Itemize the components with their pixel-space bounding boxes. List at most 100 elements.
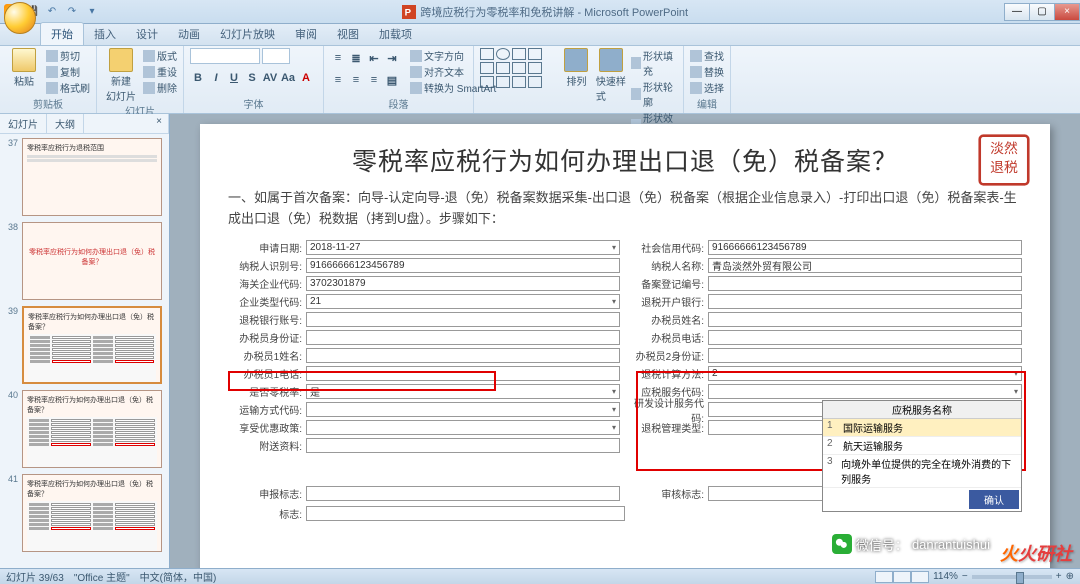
zoom-level[interactable]: 114% xyxy=(933,571,958,582)
shape-outline-button[interactable]: 形状轮廓 xyxy=(631,79,677,109)
thumbnail-39[interactable]: 39零税率应税行为如何办理出口退（免）税备案？ xyxy=(4,306,165,384)
maximize-button[interactable]: ▢ xyxy=(1029,3,1055,21)
delete-button[interactable]: 删除 xyxy=(143,80,177,95)
bullets-button[interactable]: ≡ xyxy=(330,50,346,66)
form-input[interactable] xyxy=(306,438,620,453)
form-input[interactable]: 是 xyxy=(306,384,620,399)
tab-insert[interactable]: 插入 xyxy=(84,23,126,45)
tab-home[interactable]: 开始 xyxy=(40,22,84,45)
normal-view-button[interactable] xyxy=(875,571,893,583)
tab-design[interactable]: 设计 xyxy=(126,23,168,45)
reset-button[interactable]: 重设 xyxy=(143,64,177,79)
window-titlebar: 💾 ↶ ↷ ▾ P 跨境应税行为零税率和免税讲解 - Microsoft Pow… xyxy=(0,0,1080,24)
cut-button[interactable]: 剪切 xyxy=(46,48,90,63)
thumbnail-40[interactable]: 40零税率应税行为如何办理出口退（免）税备案？ xyxy=(4,390,165,468)
slide-stage[interactable]: 淡然 退税 零税率应税行为如何办理出口退（免）税备案？ 一、如属于首次备案：向导… xyxy=(170,114,1080,568)
columns-button[interactable]: ▤ xyxy=(384,72,400,88)
form-input[interactable] xyxy=(306,402,620,417)
thumbnail-list[interactable]: 37零税率应税行为退税范围38零税率应税行为如何办理出口退（免）税备案？39零税… xyxy=(0,134,169,568)
dropdown-option[interactable]: 3向境外单位提供的完全在境外消费的下列服务 xyxy=(823,455,1021,488)
align-center-button[interactable]: ≡ xyxy=(348,72,364,88)
find-button[interactable]: 查找 xyxy=(690,48,724,63)
font-family-input[interactable] xyxy=(190,48,260,64)
flag-input[interactable] xyxy=(306,506,625,521)
form-input[interactable] xyxy=(708,384,1022,399)
slideshow-view-button[interactable] xyxy=(911,571,929,583)
tab-review[interactable]: 审阅 xyxy=(285,23,327,45)
convert-smartart-button[interactable]: 转换为 SmartArt xyxy=(410,80,496,95)
arrange-icon xyxy=(564,48,588,72)
form-input[interactable]: 91666666123456789 xyxy=(306,258,620,273)
tab-addins[interactable]: 加载项 xyxy=(369,23,422,45)
qat-more-icon[interactable]: ▾ xyxy=(84,4,100,20)
fit-button[interactable]: ⊕ xyxy=(1066,571,1074,582)
form-input[interactable] xyxy=(306,312,620,327)
form-input[interactable] xyxy=(708,276,1022,291)
close-panel-button[interactable]: × xyxy=(150,114,169,133)
thumbnail-37[interactable]: 37零税率应税行为退税范围 xyxy=(4,138,165,216)
form-input[interactable] xyxy=(708,312,1022,327)
arrange-button[interactable]: 排列 xyxy=(561,48,592,88)
find-icon xyxy=(690,50,702,62)
align-text-button[interactable]: 对齐文本 xyxy=(410,64,496,79)
form-input[interactable] xyxy=(306,348,620,363)
indent-inc-button[interactable]: ⇥ xyxy=(384,50,400,66)
numbering-button[interactable]: ≣ xyxy=(348,50,364,66)
zoom-out-button[interactable]: − xyxy=(962,571,968,582)
underline-button[interactable]: U xyxy=(226,70,242,86)
format-painter-button[interactable]: 格式刷 xyxy=(46,80,90,95)
bold-button[interactable]: B xyxy=(190,70,206,86)
strike-button[interactable]: S xyxy=(244,70,260,86)
dropdown-option[interactable]: 2航天运输服务 xyxy=(823,437,1021,455)
language-indicator[interactable]: 中文(简体，中国) xyxy=(140,569,217,584)
layout-button[interactable]: 版式 xyxy=(143,48,177,63)
text-direction-button[interactable]: 文字方向 xyxy=(410,48,496,63)
zoom-slider[interactable] xyxy=(972,575,1052,579)
undo-icon[interactable]: ↶ xyxy=(44,4,60,20)
form-input[interactable] xyxy=(306,330,620,345)
sorter-view-button[interactable] xyxy=(893,571,911,583)
form-input[interactable] xyxy=(306,366,620,381)
form-row: 办税员1姓名: xyxy=(228,348,620,364)
tab-slideshow[interactable]: 幻灯片放映 xyxy=(210,23,285,45)
font-size-input[interactable] xyxy=(262,48,290,64)
form-input[interactable] xyxy=(708,348,1022,363)
apply-flag-input[interactable] xyxy=(306,486,620,501)
confirm-button[interactable]: 确认 xyxy=(969,490,1019,509)
indent-dec-button[interactable]: ⇤ xyxy=(366,50,382,66)
form-input[interactable]: 2018-11-27 xyxy=(306,240,620,255)
tab-animation[interactable]: 动画 xyxy=(168,23,210,45)
copy-button[interactable]: 复制 xyxy=(46,64,90,79)
align-right-button[interactable]: ≡ xyxy=(366,72,382,88)
quick-style-button[interactable]: 快速样式 xyxy=(596,48,627,103)
tab-outline[interactable]: 大纲 xyxy=(47,114,84,133)
new-slide-button[interactable]: 新建 幻灯片 xyxy=(103,48,139,103)
tab-slides-thumb[interactable]: 幻灯片 xyxy=(0,114,47,133)
form-input[interactable]: 青岛淡然外贸有限公司 xyxy=(708,258,1022,273)
form-input[interactable]: 91666666123456789 xyxy=(708,240,1022,255)
form-input[interactable]: 2 xyxy=(708,366,1022,381)
form-input[interactable] xyxy=(306,420,620,435)
thumbnail-38[interactable]: 38零税率应税行为如何办理出口退（免）税备案？ xyxy=(4,222,165,300)
form-input[interactable]: 3702301879 xyxy=(306,276,620,291)
form-input[interactable] xyxy=(708,330,1022,345)
office-button[interactable] xyxy=(4,2,36,34)
italic-button[interactable]: I xyxy=(208,70,224,86)
align-left-button[interactable]: ≡ xyxy=(330,72,346,88)
thumbnail-41[interactable]: 41零税率应税行为如何办理出口退（免）税备案？ xyxy=(4,474,165,552)
redo-icon[interactable]: ↷ xyxy=(64,4,80,20)
form-input[interactable] xyxy=(708,294,1022,309)
tab-view[interactable]: 视图 xyxy=(327,23,369,45)
shadow-button[interactable]: AV xyxy=(262,70,278,86)
close-button[interactable]: × xyxy=(1054,3,1080,21)
paste-button[interactable]: 粘贴 xyxy=(6,48,42,88)
minimize-button[interactable]: — xyxy=(1004,3,1030,21)
select-button[interactable]: 选择 xyxy=(690,80,724,95)
dropdown-option[interactable]: 1国际运输服务 xyxy=(823,419,1021,437)
font-color-button[interactable]: A xyxy=(298,70,314,86)
zoom-in-button[interactable]: + xyxy=(1056,571,1062,582)
replace-button[interactable]: 替换 xyxy=(690,64,724,79)
case-button[interactable]: Aa xyxy=(280,70,296,86)
form-input[interactable]: 21 xyxy=(306,294,620,309)
shape-fill-button[interactable]: 形状填充 xyxy=(631,48,677,78)
